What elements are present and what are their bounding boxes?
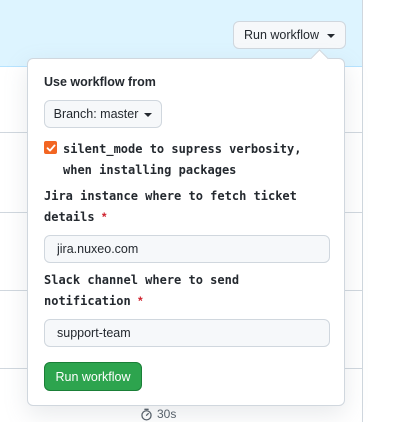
checkmark-icon: [46, 144, 55, 151]
run-workflow-dropdown-button[interactable]: Run workflow: [233, 21, 346, 49]
run-workflow-popover: Use workflow from Branch: master silent_…: [27, 49, 345, 406]
caret-down-icon: [144, 112, 153, 117]
slack-channel-input[interactable]: [44, 319, 330, 347]
run-duration: 30s: [140, 407, 176, 421]
silent-mode-label-line2: when installing packages: [63, 163, 237, 177]
duration-text: 30s: [157, 407, 177, 421]
silent-mode-label: silent_mode to supress verbosity, when i…: [63, 139, 301, 181]
use-workflow-from-heading: Use workflow from: [44, 75, 156, 89]
required-marker: *: [101, 210, 107, 224]
silent-mode-label-line1: silent_mode to supress verbosity,: [63, 142, 302, 156]
jira-instance-label: Jira instance where to fetch ticket deta…: [44, 186, 334, 228]
silent-mode-option: silent_mode to supress verbosity, when i…: [44, 139, 334, 181]
run-workflow-dropdown-label: Run workflow: [243, 28, 320, 42]
slack-label-line1: Slack channel where to send: [44, 273, 240, 287]
slack-label-line2: notification: [44, 294, 131, 308]
silent-mode-checkbox[interactable]: [44, 141, 57, 154]
jira-instance-input[interactable]: [44, 235, 330, 263]
caret-down-icon: [327, 33, 336, 38]
branch-label: Branch: master: [53, 107, 139, 121]
required-marker: *: [137, 294, 143, 308]
branch-select-button[interactable]: Branch: master: [44, 100, 162, 128]
jira-label-line1: Jira instance where to fetch ticket: [44, 189, 297, 203]
jira-label-line2: details: [44, 210, 95, 224]
stopwatch-icon: [141, 408, 152, 421]
slack-channel-label: Slack channel where to send notification…: [44, 270, 334, 312]
run-workflow-submit-button[interactable]: Run workflow: [44, 362, 142, 391]
